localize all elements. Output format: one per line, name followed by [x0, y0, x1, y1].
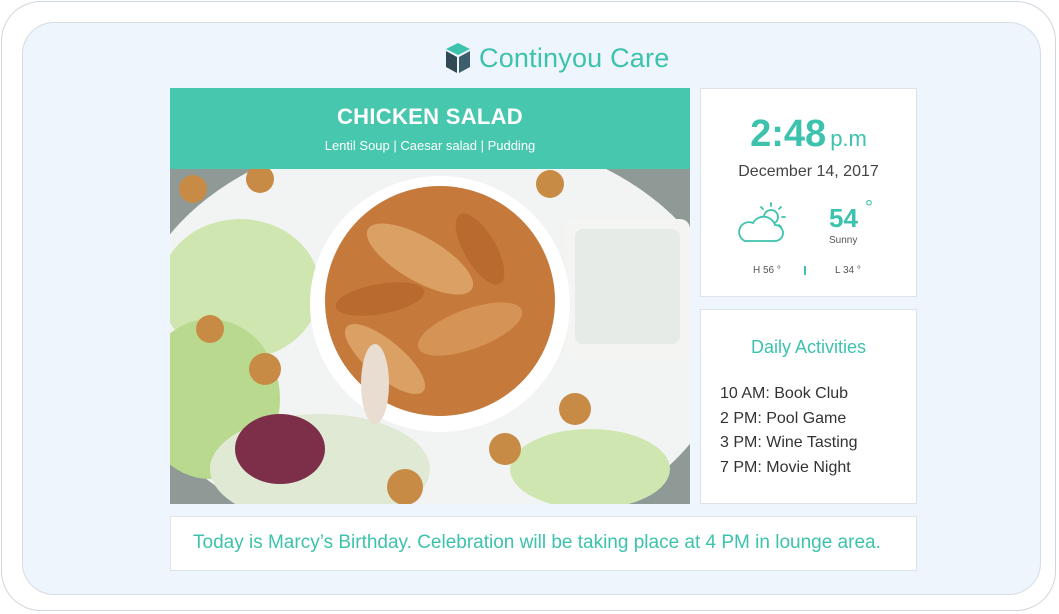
- list-item: 7 PM: Movie Night: [720, 458, 851, 476]
- list-item: 2 PM: Pool Game: [720, 409, 847, 427]
- partly-cloudy-icon: [738, 202, 786, 242]
- activities-list: 10 AM: Book Club 2 PM: Pool Game 3 PM: W…: [720, 382, 858, 480]
- activities-card: Daily Activities 10 AM: Book Club 2 PM: …: [700, 309, 917, 504]
- meal-sides: Lentil Soup | Caesar salad | Pudding: [324, 138, 536, 153]
- low-temperature: L 34 °: [835, 265, 861, 276]
- clock-date: December 14, 2017: [738, 163, 879, 180]
- announcement-banner: Today is Marcy’s Birthday. Celebration w…: [170, 516, 917, 571]
- announcement-text: Today is Marcy’s Birthday. Celebration w…: [193, 532, 881, 553]
- list-item: 3 PM: Wine Tasting: [720, 434, 858, 451]
- brand-logo: Continyou Care: [443, 41, 669, 75]
- meal-title: CHICKEN SALAD: [336, 104, 523, 129]
- chicken-salad-photo: [170, 169, 690, 504]
- clock-ampm: p.m: [830, 126, 867, 151]
- high-low-divider: [804, 266, 806, 275]
- list-item: 10 AM: Book Club: [720, 385, 849, 402]
- clock-hour-minute: 2:48: [750, 113, 827, 155]
- display-screen: Continyou Care CHICKEN SALAD Lentil Soup…: [22, 22, 1041, 595]
- brand-name: Continyou Care: [479, 43, 669, 74]
- brand-name-part-2: Care: [610, 42, 670, 73]
- cube-logo-icon: [446, 43, 470, 73]
- degree-symbol: °: [865, 197, 873, 219]
- brand-name-part-1: Continyou: [479, 42, 603, 73]
- weather-condition: Sunny: [829, 235, 858, 246]
- device-frame: Continyou Care CHICKEN SALAD Lentil Soup…: [1, 1, 1056, 611]
- meal-header: CHICKEN SALAD Lentil Soup | Caesar salad…: [170, 88, 690, 169]
- high-temperature: H 56 °: [753, 265, 781, 276]
- meal-card: CHICKEN SALAD Lentil Soup | Caesar salad…: [170, 88, 690, 504]
- temperature: 54: [829, 203, 858, 233]
- clock-time: 2:48 p.m: [701, 113, 916, 156]
- clock-weather-card: 2:48 p.m December 14, 2017 54 ° Sunny H 5…: [700, 88, 917, 297]
- activities-title: Daily Activities: [750, 337, 867, 357]
